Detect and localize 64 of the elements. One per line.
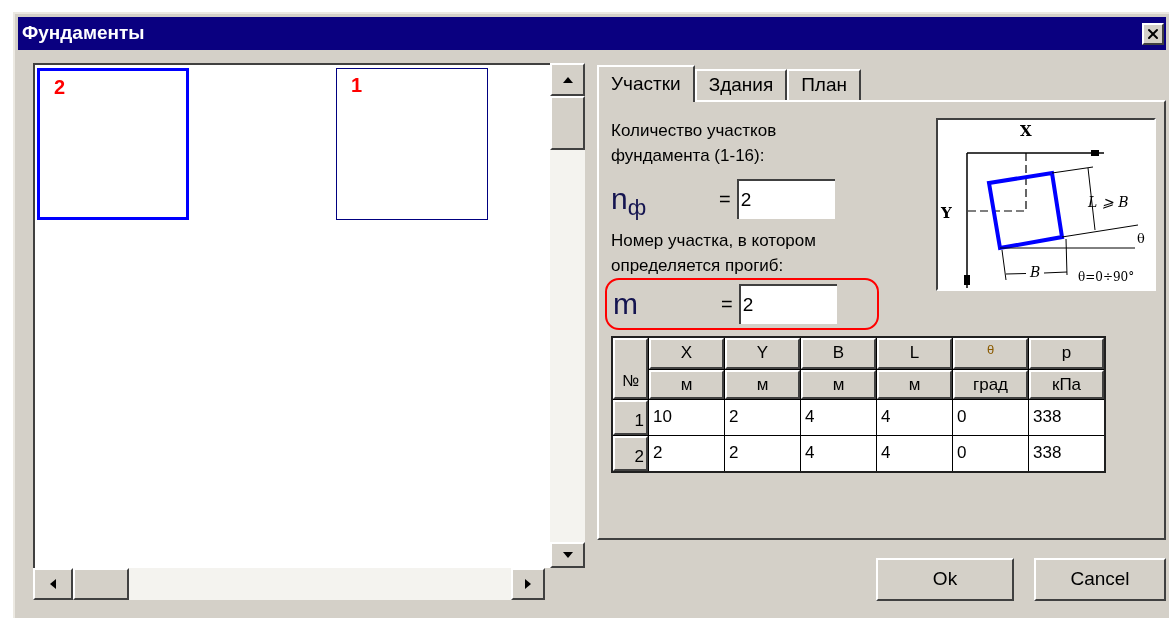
unit-header: м: [725, 370, 800, 399]
table-cell[interactable]: 4: [877, 436, 952, 471]
scroll-left-button[interactable]: [33, 568, 73, 600]
number-heading: №: [621, 371, 640, 391]
scroll-down-button[interactable]: [550, 542, 585, 568]
centre-lines: [966, 152, 1027, 212]
footing-outline[interactable]: 1: [336, 68, 488, 220]
unit-header: м: [649, 370, 724, 399]
column-header: θ: [953, 338, 1028, 369]
horizontal-scrollbar[interactable]: [33, 568, 545, 600]
close-button[interactable]: [1142, 22, 1164, 45]
ok-button[interactable]: Ok: [876, 558, 1014, 601]
table-cell[interactable]: 0: [953, 436, 1028, 471]
tab[interactable]: План: [787, 69, 861, 100]
footing-number: 1: [351, 75, 363, 95]
column-header: L: [877, 338, 952, 369]
column-header: Y: [725, 338, 800, 369]
column-header: p: [1029, 338, 1104, 369]
table-cell[interactable]: 4: [877, 400, 952, 435]
table-cell[interactable]: 2: [725, 400, 800, 435]
equals-sign: =: [721, 292, 733, 317]
triangle-icon: [48, 579, 58, 589]
row-header[interactable]: 2: [613, 436, 648, 471]
triangle-icon: [523, 579, 533, 589]
table-cell[interactable]: 338: [1029, 436, 1104, 471]
scrollbar-thumb[interactable]: [73, 568, 129, 600]
count-field[interactable]: 2: [736, 179, 835, 219]
angle-label: θ: [1137, 231, 1145, 246]
dimension-label: B: [1030, 264, 1041, 280]
angle-range: θ=0÷90°: [1078, 270, 1135, 284]
column-header: X: [649, 338, 724, 369]
scroll-right-button[interactable]: [511, 568, 545, 600]
axis-label: X: [1020, 122, 1032, 140]
equals-sign: =: [719, 187, 731, 212]
window-title: Фундаменты: [22, 21, 145, 46]
count-label: Количество участков фундамента (1-16):: [611, 120, 778, 167]
table-cell[interactable]: 338: [1029, 400, 1104, 435]
table-cell[interactable]: 4: [801, 400, 876, 435]
row-header[interactable]: 1: [613, 400, 648, 435]
deflection-label: Номер участка, в котором определяется прогиб:: [611, 230, 817, 277]
cancel-button[interactable]: Cancel: [1034, 558, 1166, 601]
footing-number: 2: [54, 77, 66, 97]
table-cell[interactable]: 0: [953, 400, 1028, 435]
tab[interactable]: Здания: [694, 69, 788, 100]
unit-header: м: [801, 370, 876, 399]
vertical-scrollbar[interactable]: [550, 63, 585, 568]
triangle-icon: [562, 550, 573, 560]
deflection-field[interactable]: 2: [738, 284, 837, 324]
footing-outline[interactable]: 2: [37, 68, 189, 220]
table-cell[interactable]: 10: [649, 400, 724, 435]
deflection-symbol: m: [613, 286, 639, 322]
unit-header: град: [953, 370, 1028, 399]
table-cell[interactable]: 2: [725, 436, 800, 471]
unit-header: м: [877, 370, 952, 399]
count-symbol: n$_{ф}$: [611, 181, 648, 219]
axis-label: Y: [941, 204, 952, 222]
table-cell[interactable]: 4: [801, 436, 876, 471]
dimension-label: L ⩾ B: [1088, 194, 1129, 210]
column-header: B: [801, 338, 876, 369]
tab[interactable]: Участки: [597, 65, 695, 102]
unit-header: кПа: [1029, 370, 1104, 399]
table-cell[interactable]: 2: [649, 436, 724, 471]
scroll-up-button[interactable]: [550, 63, 585, 96]
scrollbar-thumb[interactable]: [550, 96, 585, 150]
